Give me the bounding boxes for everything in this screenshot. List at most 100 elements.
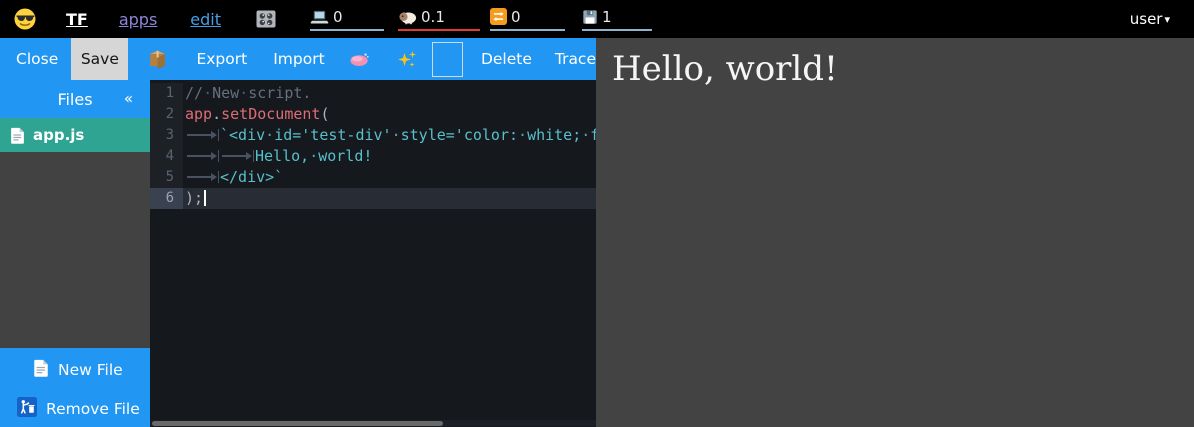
line-number: 6: [150, 188, 183, 209]
code-text: </div>`: [183, 167, 596, 188]
meter-repeat-value: 0: [511, 8, 521, 26]
blank-color-button[interactable]: [432, 42, 463, 77]
horizontal-scrollbar[interactable]: [150, 420, 596, 426]
editor-pane: Close Save Export Import: [0, 38, 596, 427]
chevron-down-icon: ▾: [1164, 13, 1170, 26]
sparkles-icon[interactable]: [397, 49, 417, 69]
trace-button[interactable]: Trace: [555, 50, 596, 68]
line-number: 4: [150, 146, 183, 167]
sunglasses-face-icon[interactable]: [13, 7, 37, 31]
remove-file-label: Remove File: [46, 400, 140, 418]
nav-link-apps[interactable]: apps: [119, 10, 157, 29]
repeat-icon: [490, 8, 507, 25]
code-segment: world!: [318, 147, 372, 165]
control-knobs-icon[interactable]: [254, 7, 278, 31]
hamster-icon: [398, 9, 417, 25]
meter-hamster: 0.1: [398, 8, 480, 31]
code-text: //·New·script.: [183, 83, 596, 104]
code-text: app.setDocument(: [183, 104, 596, 125]
code-segment: New: [212, 84, 239, 102]
floppy-disk-icon: [582, 9, 598, 25]
code-segment: `<div: [220, 126, 265, 144]
code-line-5[interactable]: 5 </div>`: [150, 167, 596, 188]
close-button[interactable]: Close: [16, 50, 58, 68]
code-segment: .: [212, 105, 221, 123]
code-segment: (: [320, 105, 329, 123]
remove-file-button[interactable]: Remove File: [0, 396, 150, 422]
file-item-appjs[interactable]: app.js: [0, 118, 150, 152]
code-segment: ·: [265, 126, 274, 144]
tab-whitespace-marker: [185, 171, 219, 183]
litter-bin-icon: [17, 397, 37, 421]
laptop-icon: [310, 9, 329, 25]
line-number: 5: [150, 167, 183, 188]
status-meters: 0 0.1: [310, 8, 652, 31]
line-number: 3: [150, 125, 183, 146]
preview-heading: Hello, world!: [612, 48, 1194, 91]
code-segment: );: [185, 189, 203, 207]
collapse-sidebar-button[interactable]: «: [124, 90, 133, 108]
code-line-3[interactable]: 3`<div·id='test-div'·style='color:·white…: [150, 125, 596, 146]
code-segment: ·: [518, 126, 527, 144]
code-line-2[interactable]: 2app.setDocument(: [150, 104, 596, 125]
code-segment: id='test-div': [274, 126, 391, 144]
code-line-4[interactable]: 4Hello,·world!: [150, 146, 596, 167]
brand-link-tf[interactable]: TF: [66, 10, 88, 29]
code-segment: ·: [581, 126, 590, 144]
soap-icon[interactable]: [349, 52, 370, 67]
horizontal-scrollbar-thumb[interactable]: [152, 421, 443, 426]
files-header-label: Files: [57, 90, 92, 109]
app-window: TF apps edit 0: [0, 0, 1194, 427]
code-segment: ·: [239, 84, 248, 102]
file-name: app.js: [33, 126, 84, 144]
code-text: );: [183, 188, 596, 209]
code-segment: app: [185, 105, 212, 123]
package-icon[interactable]: [147, 49, 168, 70]
code-segment: </div>`: [220, 168, 283, 186]
new-file-label: New File: [58, 361, 123, 379]
code-segment: f: [590, 126, 596, 144]
code-segment: script.: [248, 84, 311, 102]
document-icon: [10, 127, 25, 144]
code-text: Hello,·world!: [183, 146, 596, 167]
import-button[interactable]: Import: [273, 50, 324, 68]
code-lines: 1//·New·script.2app.setDocument(3`<div·i…: [150, 83, 596, 209]
export-button[interactable]: Export: [196, 50, 247, 68]
file-list-empty-area: [0, 152, 150, 348]
code-segment: //: [185, 84, 203, 102]
tab-whitespace-marker: [185, 129, 219, 141]
code-editor[interactable]: 1//·New·script.2app.setDocument(3`<div·i…: [150, 80, 596, 427]
code-segment: setDocument: [221, 105, 320, 123]
code-segment: ·: [309, 147, 318, 165]
workspace: Files « app.j: [0, 80, 596, 427]
code-line-6[interactable]: 6);: [150, 188, 596, 209]
nav-link-edit[interactable]: edit: [190, 10, 221, 29]
delete-button[interactable]: Delete: [481, 50, 532, 68]
code-segment: Hello,: [255, 147, 309, 165]
toolbar: Close Save Export Import: [0, 38, 596, 80]
tab-whitespace-marker: [220, 150, 254, 162]
code-line-1[interactable]: 1//·New·script.: [150, 83, 596, 104]
meter-repeat: 0: [490, 8, 565, 31]
main-split: Close Save Export Import: [0, 38, 1194, 427]
save-button[interactable]: Save: [71, 38, 128, 80]
code-segment: style='color:: [401, 126, 518, 144]
meter-laptop-value: 0: [333, 8, 343, 26]
new-page-icon: [33, 359, 49, 381]
tab-whitespace-marker: [185, 150, 219, 162]
files-sidebar: Files « app.j: [0, 80, 150, 427]
code-text: `<div·id='test-div'·style='color:·white;…: [183, 125, 596, 146]
topbar: TF apps edit 0: [0, 0, 1194, 38]
text-cursor: [204, 190, 206, 206]
line-number: 1: [150, 83, 183, 104]
meter-hamster-value: 0.1: [421, 8, 445, 26]
files-header: Files «: [0, 80, 150, 118]
user-menu[interactable]: user ▾: [1130, 10, 1170, 28]
new-file-button[interactable]: New File: [0, 357, 150, 383]
user-menu-label: user: [1130, 10, 1163, 28]
meter-floppy: 1: [582, 8, 652, 31]
sidebar-footer: New File: [0, 348, 150, 427]
preview-pane: Hello, world!: [596, 38, 1194, 427]
meter-floppy-value: 1: [602, 8, 612, 26]
code-segment: ·: [392, 126, 401, 144]
